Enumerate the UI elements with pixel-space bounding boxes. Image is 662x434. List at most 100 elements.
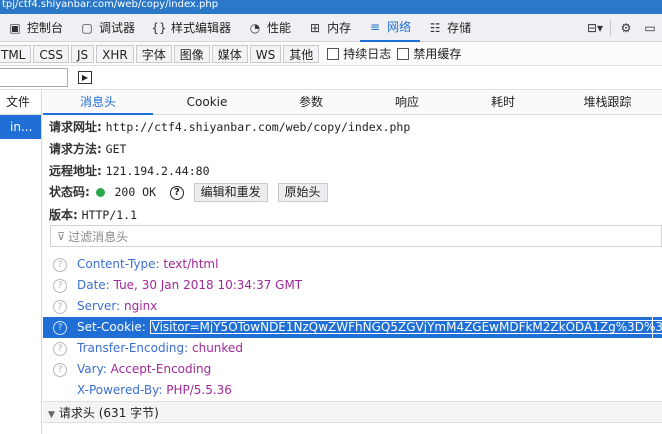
tool-console-label: 控制台 bbox=[27, 21, 64, 35]
header-row[interactable]: ? Vary: Accept-Encoding bbox=[43, 359, 662, 380]
url-filter-input[interactable] bbox=[0, 68, 68, 87]
header-value: Tue, 30 Jan 2018 10:34:37 GMT bbox=[113, 278, 303, 292]
tab-headers[interactable]: 消息头 bbox=[43, 90, 153, 115]
console-icon: ▣ bbox=[9, 20, 21, 35]
disable-cache-checkbox[interactable]: 禁用缓存 bbox=[397, 45, 461, 62]
dock-icon[interactable]: ▭ bbox=[638, 14, 662, 42]
debugger-icon: ▢ bbox=[81, 20, 93, 35]
status-ok-indicator-icon bbox=[95, 188, 105, 197]
filter-css[interactable]: CSS bbox=[33, 44, 69, 63]
header-row[interactable]: ? Server: nginx bbox=[43, 296, 662, 317]
version-value: HTTP/1.1 bbox=[81, 208, 138, 222]
header-name: Content-Type: bbox=[77, 257, 160, 271]
method-value: GET bbox=[105, 142, 127, 156]
filter-xhr[interactable]: XHR bbox=[96, 44, 134, 63]
request-headers-section-label: 请求头 (631 字节) bbox=[58, 406, 159, 420]
header-value: Accept-Encoding bbox=[110, 362, 212, 376]
header-name: Vary: bbox=[77, 362, 107, 376]
summary-status-row: 状态码: 200 OK ? 编辑和重发 原始头 bbox=[49, 180, 328, 204]
url-filter-row: ▶ bbox=[0, 66, 662, 90]
filter-icon: ⊽ bbox=[57, 229, 66, 243]
request-list-row-selected[interactable]: in... bbox=[0, 115, 41, 139]
header-filter-input[interactable]: ⊽ 过滤消息头 bbox=[50, 225, 662, 247]
summary-remote-row: 远程地址: 121.194.2.44:80 bbox=[49, 160, 210, 182]
header-name: Server: bbox=[77, 299, 121, 313]
toggle-sidebar-icon[interactable]: ▶ bbox=[78, 71, 92, 84]
details-tabs: 消息头 Cookie 参数 响应 耗时 堆栈跟踪 bbox=[43, 90, 662, 115]
status-help-icon[interactable]: ? bbox=[169, 185, 184, 200]
devtools-toolbar: ▣ 控制台 ▢ 调试器 {} 样式编辑器 ◔ 性能 ⊞ 内存 ≡ 网络 ☷ 存储 ⊟▾ ⚙ ▭ bbox=[0, 14, 662, 42]
request-list-file-header[interactable]: 文件 bbox=[0, 90, 41, 115]
header-value: nginx bbox=[124, 299, 158, 313]
help-icon[interactable]: ? bbox=[53, 299, 67, 314]
summary-url-row: 请求网址: http://ctf4.shiyanbar.com/web/copy… bbox=[49, 116, 410, 138]
disable-cache-label: 禁用缓存 bbox=[413, 47, 462, 61]
persist-log-box[interactable] bbox=[327, 47, 340, 60]
tool-performance[interactable]: ◔ 性能 bbox=[240, 14, 300, 42]
header-name: Transfer-Encoding: bbox=[77, 341, 189, 355]
network-icon: ≡ bbox=[370, 19, 381, 34]
selection-end-marker bbox=[652, 317, 653, 338]
filter-other[interactable]: 其他 bbox=[283, 44, 320, 63]
url-value: http://ctf4.shiyanbar.com/web/copy/index… bbox=[105, 120, 411, 134]
help-icon[interactable]: ? bbox=[53, 278, 67, 293]
memory-icon: ⊞ bbox=[310, 20, 321, 35]
edit-resend-button[interactable]: 编辑和重发 bbox=[193, 183, 268, 202]
help-icon[interactable]: ? bbox=[53, 362, 67, 377]
tab-stack-trace[interactable]: 堆栈跟踪 bbox=[553, 90, 662, 115]
toolbar-right-controls: ⊟▾ ⚙ ▭ bbox=[583, 14, 662, 42]
tool-memory[interactable]: ⊞ 内存 bbox=[300, 14, 360, 42]
performance-icon: ◔ bbox=[249, 20, 261, 35]
tab-timings[interactable]: 耗时 bbox=[453, 90, 553, 115]
response-headers-list: ? Content-Type: text/html ? Date: Tue, 30 … bbox=[43, 247, 662, 434]
tool-console[interactable]: ▣ 控制台 bbox=[0, 14, 72, 42]
options-icon[interactable]: ⚙ bbox=[614, 14, 638, 42]
tool-network[interactable]: ≡ 网络 bbox=[360, 14, 421, 42]
status-label: 状态码: bbox=[49, 185, 90, 199]
header-row[interactable]: ? Date: Tue, 30 Jan 2018 10:34:37 GMT bbox=[43, 275, 662, 296]
raw-headers-button[interactable]: 原始头 bbox=[277, 183, 328, 202]
request-headers-section-toggle[interactable]: ▼ 请求头 (631 字节) bbox=[43, 401, 662, 423]
toolbar-divider bbox=[610, 20, 611, 36]
filter-images[interactable]: 图像 bbox=[173, 44, 210, 63]
method-label: 请求方法: bbox=[49, 142, 102, 156]
title-url: tpj/ctf4.shiyanbar.com/web/copy/index.ph… bbox=[2, 0, 219, 10]
tool-storage-label: 存储 bbox=[447, 21, 472, 35]
tool-network-label: 网络 bbox=[387, 20, 412, 34]
filter-media[interactable]: 媒体 bbox=[211, 44, 248, 63]
header-row[interactable]: ? Content-Type: text/html bbox=[43, 254, 662, 275]
help-icon[interactable]: ? bbox=[53, 341, 67, 356]
remote-label: 远程地址: bbox=[49, 164, 102, 178]
status-value: 200 OK bbox=[114, 185, 157, 199]
tool-performance-label: 性能 bbox=[267, 21, 292, 35]
filter-html[interactable]: TML bbox=[0, 44, 32, 63]
disable-cache-box[interactable] bbox=[397, 47, 410, 60]
tool-storage[interactable]: ☷ 存储 bbox=[420, 14, 480, 42]
header-value-editing[interactable]: Visitor=MjY5OTowNDE1NzQwZWFhNGQ5ZGVjYmM4… bbox=[149, 320, 662, 334]
header-name: Set-Cookie: bbox=[77, 320, 146, 334]
header-row-selected[interactable]: ? Set-Cookie: Visitor=MjY5OTowNDE1NzQwZWF… bbox=[43, 317, 662, 338]
tool-debugger[interactable]: ▢ 调试器 bbox=[72, 14, 144, 42]
help-icon[interactable]: ? bbox=[53, 320, 67, 335]
header-row[interactable]: ?X-Powered-By: PHP/5.5.36 bbox=[43, 380, 662, 401]
header-row[interactable]: ? Transfer-Encoding: chunked bbox=[43, 338, 662, 359]
summary-method-row: 请求方法: GET bbox=[49, 138, 126, 160]
filter-js[interactable]: JS bbox=[71, 44, 95, 63]
request-list: 文件 in... bbox=[0, 90, 42, 434]
filter-ws[interactable]: WS bbox=[249, 44, 282, 63]
tool-style-editor[interactable]: {} 样式编辑器 bbox=[144, 14, 240, 42]
tab-cookies[interactable]: Cookie bbox=[153, 90, 261, 115]
help-icon[interactable]: ? bbox=[53, 257, 67, 272]
request-type-filter-bar: TML CSS JS XHR 字体 图像 媒体 WS 其他 持续日志 禁用缓存 bbox=[0, 42, 662, 66]
tab-response[interactable]: 响应 bbox=[361, 90, 453, 115]
layout-icon[interactable]: ⊟▾ bbox=[583, 14, 607, 42]
persist-log-label: 持续日志 bbox=[343, 47, 392, 61]
header-filter-placeholder: 过滤消息头 bbox=[68, 229, 129, 244]
persist-log-checkbox[interactable]: 持续日志 bbox=[327, 45, 391, 62]
filter-fonts[interactable]: 字体 bbox=[135, 44, 172, 63]
header-name: X-Powered-By: bbox=[77, 383, 163, 397]
header-name: Date: bbox=[77, 278, 110, 292]
storage-icon: ☷ bbox=[429, 20, 441, 35]
style-editor-icon: {} bbox=[151, 20, 167, 35]
tab-params[interactable]: 参数 bbox=[261, 90, 361, 115]
